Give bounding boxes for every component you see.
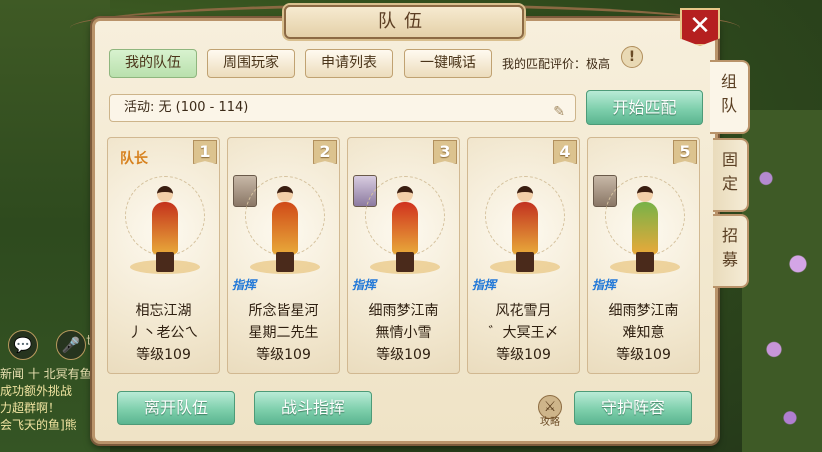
member-card[interactable]: 5 指挥 细雨梦江南 难知意 等级109 (587, 137, 700, 374)
character-figure (268, 186, 302, 276)
microphone-icon[interactable]: 🎤 (56, 330, 86, 360)
tab-one-click-shout[interactable]: 一键喊话 (404, 49, 492, 78)
guide-label: 攻略 (540, 417, 560, 428)
chat-bubble-icon[interactable]: 💬 (8, 330, 38, 360)
character-figure (628, 186, 662, 276)
side-tab-label: 组队 (721, 72, 738, 115)
command-badge: 指挥 (232, 278, 257, 292)
member-level: 等级109 (136, 347, 191, 363)
game-background-flowers (742, 110, 822, 452)
activity-selector[interactable]: 活动: 无 (100 - 114) ✎ (109, 94, 576, 122)
member-card[interactable]: 2 指挥 所念皆星河 星期二先生 等级109 (227, 137, 340, 374)
member-name: 细雨梦江南 (608, 303, 679, 319)
tab-my-team[interactable]: 我的队伍 (109, 49, 197, 78)
pencil-icon[interactable]: ✎ (553, 99, 565, 125)
slot-number-badge: 5 (673, 140, 697, 164)
member-name: 相忘江湖 (135, 303, 192, 319)
member-level: 等级109 (376, 347, 431, 363)
tab-application-list[interactable]: 申请列表 (305, 49, 393, 78)
help-icon[interactable]: ! (621, 46, 643, 68)
member-level: 等级109 (616, 347, 671, 363)
member-title: ゛大冥王〆 (488, 325, 559, 341)
activity-value: 活动: 无 (100 - 114) (124, 100, 249, 115)
member-name: 风花雪月 (495, 303, 552, 319)
member-name: 所念皆星河 (248, 303, 319, 319)
side-tab-team[interactable]: 组队 (710, 60, 750, 134)
close-button[interactable]: ✕ (680, 8, 720, 46)
guard-formation-button[interactable]: 守护阵容 (574, 391, 692, 425)
tab-nearby-players[interactable]: 周围玩家 (207, 49, 295, 78)
start-match-button[interactable]: 开始匹配 (586, 90, 703, 125)
leave-team-button[interactable]: 离开队伍 (117, 391, 235, 425)
match-rating: 我的匹配评价：极高 (502, 57, 611, 71)
member-title: 丿丶老公ㄟ (128, 325, 199, 341)
member-title: 难知意 (622, 325, 665, 341)
side-tab-label: 固定 (722, 150, 739, 193)
member-title: 星期二先生 (248, 325, 319, 341)
side-tab-recruit[interactable]: 招募 (713, 214, 749, 288)
command-badge: 指挥 (352, 278, 377, 292)
member-title: 無情小雪 (375, 325, 432, 341)
side-tab-fixed[interactable]: 固定 (713, 138, 749, 212)
side-tab-label: 招募 (722, 226, 739, 269)
guide-button[interactable]: ⚔ 攻略 (536, 395, 564, 428)
character-figure (388, 186, 422, 276)
slot-number-badge: 2 (313, 140, 337, 164)
character-figure (148, 186, 182, 276)
leader-badge: 队长 (120, 151, 148, 167)
member-name: 细雨梦江南 (368, 303, 439, 319)
panel-title: 队伍 (284, 5, 524, 39)
battle-command-button[interactable]: 战斗指挥 (254, 391, 372, 425)
member-card[interactable]: 1 队长 相忘江湖 丿丶老公ㄟ 等级109 (107, 137, 220, 374)
member-level: 等级109 (496, 347, 551, 363)
slot-number-badge: 1 (193, 140, 217, 164)
member-card[interactable]: 4 指挥 风花雪月 ゛大冥王〆 等级109 (467, 137, 580, 374)
member-level: 等级109 (256, 347, 311, 363)
character-figure (508, 186, 542, 276)
slot-number-badge: 3 (433, 140, 457, 164)
slot-number-badge: 4 (553, 140, 577, 164)
command-badge: 指挥 (592, 278, 617, 292)
member-card[interactable]: 3 指挥 细雨梦江南 無情小雪 等级109 (347, 137, 460, 374)
command-badge: 指挥 (472, 278, 497, 292)
